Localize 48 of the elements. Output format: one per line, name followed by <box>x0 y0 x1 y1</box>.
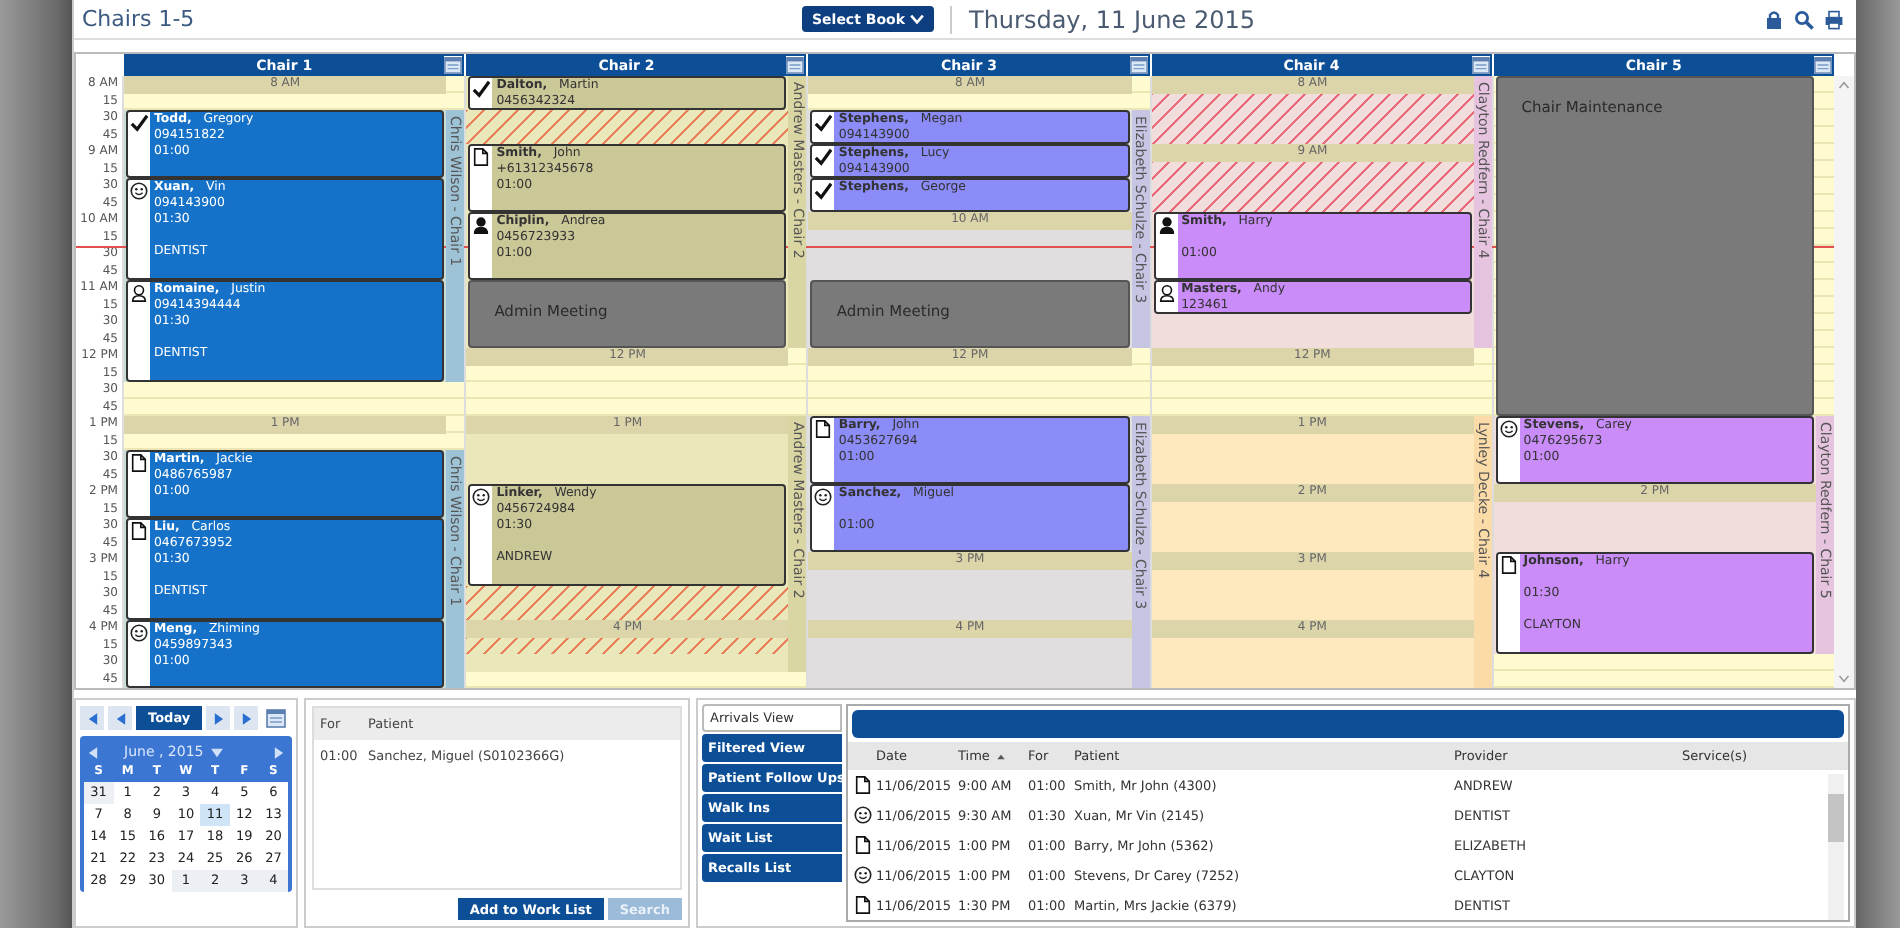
smiley-icon <box>814 488 833 506</box>
right-arrow-icon <box>241 711 252 725</box>
smiley-icon <box>472 488 491 506</box>
calendar-icon[interactable] <box>786 56 805 74</box>
first-day-button[interactable] <box>80 706 104 730</box>
previous-day-button[interactable] <box>108 706 132 730</box>
smiley-icon <box>853 806 871 824</box>
scroll-down-icon[interactable] <box>1837 674 1850 684</box>
left-arrow-icon <box>115 711 125 725</box>
smiley-icon <box>130 624 148 642</box>
smiley-icon <box>130 182 148 200</box>
person-outline-icon <box>130 284 148 302</box>
calendar-icon[interactable] <box>266 708 287 728</box>
previous-month-icon[interactable] <box>88 745 98 759</box>
lock-icon[interactable] <box>1764 9 1784 29</box>
document-icon <box>853 776 871 794</box>
document-icon <box>814 420 833 438</box>
caret-icon[interactable] <box>209 747 224 757</box>
print-icon[interactable] <box>1824 9 1844 29</box>
last-day-button[interactable] <box>234 706 259 730</box>
right-arrow-icon <box>213 711 224 725</box>
check-icon <box>472 80 491 98</box>
person-icon <box>472 216 491 234</box>
smiley-icon <box>853 866 871 884</box>
next-day-button[interactable] <box>206 706 231 730</box>
document-icon <box>130 522 148 540</box>
check-icon <box>130 114 148 132</box>
person-outline-icon <box>1157 284 1176 302</box>
search-icon[interactable] <box>1794 9 1814 29</box>
document-icon <box>1499 556 1518 574</box>
smiley-icon <box>1499 420 1518 438</box>
calendar-icon[interactable] <box>444 56 463 74</box>
document-icon <box>853 896 871 914</box>
sort-ascending-icon <box>995 753 1006 759</box>
caret-icon <box>910 14 925 24</box>
scroll-up-icon[interactable] <box>1837 80 1850 90</box>
calendar-icon[interactable] <box>1129 56 1148 74</box>
calendar-icon[interactable] <box>1471 56 1490 74</box>
document-icon <box>853 836 871 854</box>
document-icon <box>130 454 148 472</box>
schedule-date: Thursday, 11 June 2015 <box>950 5 1255 33</box>
next-month-icon[interactable] <box>274 745 284 759</box>
calendar-icon[interactable] <box>1813 56 1832 74</box>
book-title: Chairs 1-5 <box>82 6 197 32</box>
document-icon <box>472 148 491 166</box>
person-icon <box>1157 216 1176 234</box>
left-arrow-icon <box>87 711 97 725</box>
scrollbar[interactable] <box>1828 774 1844 920</box>
